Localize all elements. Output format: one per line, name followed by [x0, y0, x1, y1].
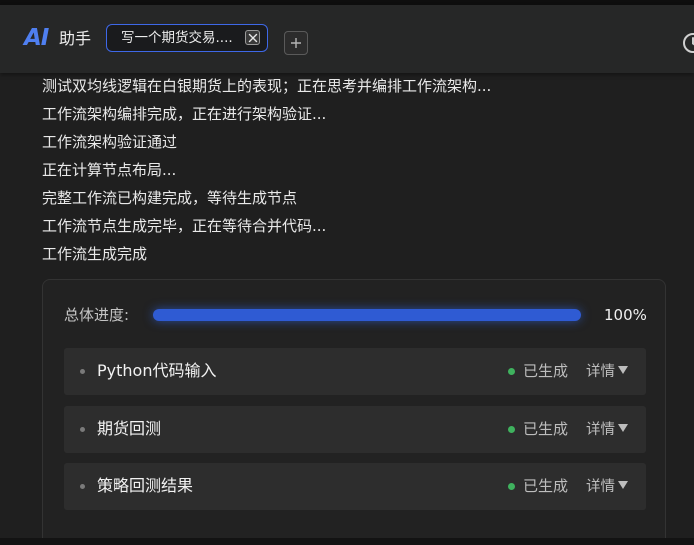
node-status: 已生成 — [523, 362, 569, 380]
details-label: 详情 — [586, 422, 615, 438]
node-status: 已生成 — [523, 420, 569, 438]
node-name: Python代码输入 — [97, 361, 217, 380]
log-line: 正在计算节点布局... — [42, 161, 177, 179]
bullet-icon — [80, 484, 85, 489]
log-line: 工作流节点生成完毕，正在等待合并代码... — [42, 217, 327, 235]
history-clock-icon[interactable] — [682, 32, 694, 54]
status-dot-icon — [508, 483, 515, 490]
node-row-futures-backtest[interactable]: 期货回测 已生成 详情 — [64, 406, 646, 453]
details-button[interactable]: 详情 — [586, 361, 628, 382]
details-label: 详情 — [586, 364, 615, 380]
ai-logo-icon: AI — [24, 25, 49, 51]
log-line: 工作流生成完成 — [42, 245, 148, 263]
caret-down-icon — [618, 481, 628, 489]
tab-label: 写一个期货交易.... — [121, 30, 233, 46]
status-dot-icon — [508, 426, 515, 433]
status-dot-icon — [508, 368, 515, 375]
details-button[interactable]: 详情 — [586, 419, 628, 440]
node-row-python-input[interactable]: Python代码输入 已生成 详情 — [64, 348, 646, 395]
progress-label: 总体进度: — [64, 306, 130, 324]
bottom-border — [0, 538, 694, 545]
progress-bar — [153, 309, 581, 321]
workflow-progress-card: 总体进度: 100% Python代码输入 已生成 详情 期货回测 已生成 详情… — [42, 279, 666, 545]
log-line: 测试双均线逻辑在白银期货上的表现；正在思考并编排工作流架构... — [42, 77, 492, 95]
log-line: 工作流架构验证通过 — [42, 133, 178, 151]
caret-down-icon — [618, 366, 628, 374]
log-line: 工作流架构编排完成，正在进行架构验证... — [42, 105, 327, 123]
add-tab-button[interactable] — [284, 31, 308, 55]
generation-log: 测试双均线逻辑在白银期货上的表现；正在思考并编排工作流架构... 工作流架构编排… — [42, 72, 682, 268]
node-name: 策略回测结果 — [97, 476, 194, 495]
bullet-icon — [80, 427, 85, 432]
caret-down-icon — [618, 424, 628, 432]
details-label: 详情 — [586, 479, 615, 495]
assistant-window: AI 助手 写一个期货交易.... 测试双均线逻辑在白银期货上的表现；正在思考并… — [0, 0, 694, 545]
header-bar: AI 助手 写一个期货交易.... — [0, 5, 694, 73]
tab-close-icon[interactable] — [245, 30, 260, 45]
progress-bar-fill — [153, 309, 581, 321]
details-button[interactable]: 详情 — [586, 476, 628, 497]
plus-icon — [291, 38, 301, 48]
log-line: 完整工作流已构建完成，等待生成节点 — [42, 189, 298, 207]
app-title: 助手 — [59, 29, 92, 48]
tab-futures-trading[interactable]: 写一个期货交易.... — [106, 24, 268, 52]
bullet-icon — [80, 369, 85, 374]
node-status: 已生成 — [523, 477, 569, 495]
node-name: 期货回测 — [97, 419, 162, 438]
progress-value: 100% — [604, 306, 647, 324]
node-row-strategy-results[interactable]: 策略回测结果 已生成 详情 — [64, 463, 646, 510]
